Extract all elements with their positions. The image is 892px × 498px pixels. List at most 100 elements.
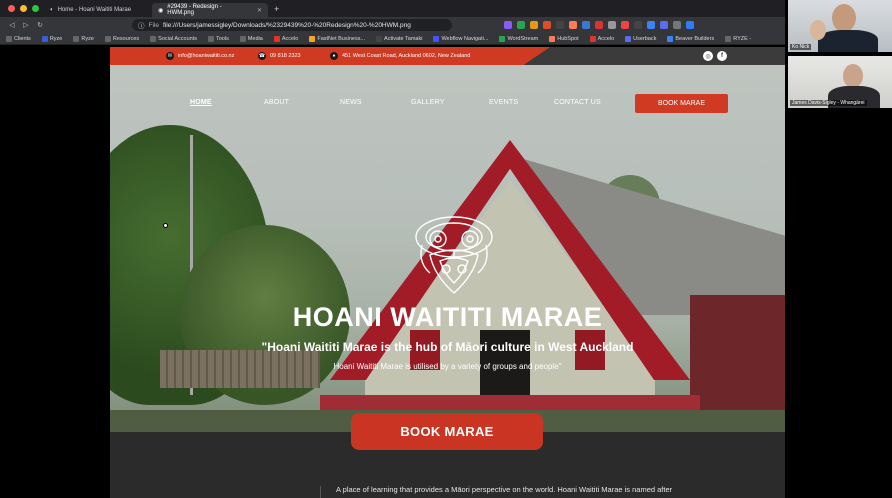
- bookmark-item[interactable]: FastNet Business...: [309, 35, 365, 42]
- tab-redesign[interactable]: ◉ #29439 - Redesign - HWM.png ✕: [152, 3, 268, 17]
- mail-icon: ✉: [166, 52, 174, 60]
- mouse-cursor: [163, 223, 168, 228]
- bookmark-icon: [376, 35, 383, 42]
- extension-icon[interactable]: [608, 21, 616, 29]
- folder-icon: [6, 35, 12, 42]
- email-contact[interactable]: ✉ info@hoaniwaititi.co.nz: [166, 47, 234, 65]
- extensions-toolbar: [504, 21, 694, 29]
- extension-icon[interactable]: [556, 21, 564, 29]
- bookmark-item[interactable]: Social Accounts: [150, 35, 197, 42]
- extension-icon[interactable]: [595, 21, 603, 29]
- bookmark-icon: [549, 35, 556, 42]
- folder-icon: [239, 35, 246, 42]
- puzzle-icon[interactable]: [673, 21, 681, 29]
- bookmarks-bar: Clients Ryze Ryze Resources Social Accou…: [0, 33, 785, 45]
- nav-contact-us[interactable]: CONTACT US: [554, 93, 601, 113]
- back-icon[interactable]: ◁: [8, 21, 16, 29]
- bookmark-icon: [41, 35, 48, 42]
- new-tab-icon[interactable]: +: [274, 4, 279, 14]
- browser-tab-bar: ◐ Home - Hoani Waititi Marae ◉ #29439 - …: [0, 0, 785, 17]
- maximize-window-button[interactable]: [32, 5, 39, 12]
- bookmark-item[interactable]: Webflow Navigati...: [433, 35, 488, 42]
- window-controls: [0, 5, 44, 12]
- phone-contact[interactable]: ☎ 09 818 2323: [258, 47, 301, 65]
- participant-name: James Davis-Sigley - Whangārei: [790, 100, 867, 106]
- folder-icon: [73, 35, 80, 42]
- bookmark-item[interactable]: Ryze: [41, 35, 62, 42]
- url-scheme: File: [148, 21, 159, 29]
- info-icon: ⓘ: [138, 23, 145, 30]
- folder-icon: [104, 35, 111, 42]
- close-window-button[interactable]: [8, 5, 15, 12]
- participant-face: [832, 4, 856, 32]
- nav-gallery[interactable]: GALLERY: [411, 93, 445, 113]
- video-call-panel: Ko Nick James Davis-Sigley - Whangārei: [786, 0, 892, 498]
- address-contact[interactable]: ● 451 West Coast Road, Auckland 0602, Ne…: [330, 47, 470, 65]
- globe-icon: ◉: [158, 7, 164, 14]
- bookmark-icon: [589, 35, 596, 42]
- bookmark-item[interactable]: Accelo: [589, 35, 614, 42]
- nav-events[interactable]: EVENTS: [489, 93, 518, 113]
- nav-book-marae-button[interactable]: BOOK MARAE: [635, 94, 728, 113]
- participant-face: [843, 64, 863, 88]
- bookmark-item[interactable]: Clients: [6, 35, 31, 42]
- bookmark-item[interactable]: Beaver Builders: [667, 35, 714, 42]
- minimize-window-button[interactable]: [20, 5, 27, 12]
- profile-avatar[interactable]: [686, 21, 694, 29]
- bookmark-item[interactable]: Tools: [208, 35, 229, 42]
- extension-icon[interactable]: [530, 21, 538, 29]
- divider: [320, 486, 321, 498]
- bookmark-item[interactable]: RYZE -: [725, 35, 751, 42]
- marae-logo-icon: [415, 216, 493, 294]
- globe-icon: ◐: [50, 7, 54, 13]
- nav-home[interactable]: HOME: [190, 93, 212, 113]
- bookmark-item[interactable]: Activate Tamaki: [376, 35, 422, 42]
- bookmark-item[interactable]: Ryze: [73, 35, 94, 42]
- screen: ◐ Home - Hoani Waititi Marae ◉ #29439 - …: [0, 0, 892, 498]
- nav-news[interactable]: NEWS: [340, 93, 362, 113]
- social-links: ◎ f: [703, 51, 727, 61]
- participant-hand: [810, 20, 826, 40]
- participant-tile[interactable]: James Davis-Sigley - Whangārei: [788, 56, 892, 108]
- bookmark-item[interactable]: Resources: [104, 35, 139, 42]
- bookmark-item[interactable]: WordStream: [499, 35, 538, 42]
- folder-icon: [150, 35, 157, 42]
- extension-icon[interactable]: [504, 21, 512, 29]
- intro-paragraph: A place of learning that provides a Māor…: [336, 485, 673, 494]
- bookmark-icon: [625, 35, 632, 42]
- extension-icon[interactable]: [634, 21, 642, 29]
- bookmark-item[interactable]: Accelo: [273, 35, 298, 42]
- address-bar[interactable]: ⓘ File file:///Users/jamessigley/Downloa…: [132, 19, 452, 31]
- close-tab-icon[interactable]: ✕: [257, 7, 262, 14]
- extension-icon[interactable]: [621, 21, 629, 29]
- tab-home[interactable]: ◐ Home - Hoani Waititi Marae: [44, 3, 152, 17]
- hero-book-marae-button[interactable]: BOOK MARAE: [351, 413, 543, 450]
- participant-tile[interactable]: Ko Nick: [788, 0, 892, 52]
- bookmark-item[interactable]: HubSpot: [549, 35, 579, 42]
- facebook-icon[interactable]: f: [717, 51, 727, 61]
- main-navigation: HOME ABOUT NEWS GALLERY EVENTS CONTACT U…: [110, 93, 785, 113]
- participant-body: [818, 30, 878, 52]
- url-text: file:///Users/jamessigley/Downloads/%232…: [162, 21, 411, 29]
- bookmark-item[interactable]: Media: [239, 35, 263, 42]
- extension-icon[interactable]: [543, 21, 551, 29]
- reload-icon[interactable]: ↻: [36, 21, 44, 29]
- hero-tagline: "Hoani Waititi Marae is the hub of Māori…: [261, 340, 634, 354]
- bookmark-item[interactable]: Userback: [625, 35, 656, 42]
- instagram-icon[interactable]: ◎: [703, 51, 713, 61]
- nav-about[interactable]: ABOUT: [264, 93, 289, 113]
- extension-icon[interactable]: [647, 21, 655, 29]
- bookmark-icon: [433, 35, 440, 42]
- extension-icon[interactable]: [660, 21, 668, 29]
- bookmark-icon: [273, 35, 280, 42]
- hubspot-extension-icon[interactable]: [569, 21, 577, 29]
- page-viewport: ✉ info@hoaniwaititi.co.nz ☎ 09 818 2323 …: [110, 47, 785, 498]
- extension-icon[interactable]: [517, 21, 525, 29]
- hero-subtitle: Hoani Waititi Marae is utilised by a var…: [333, 362, 562, 371]
- forward-icon[interactable]: ▷: [22, 21, 30, 29]
- extension-icon[interactable]: [582, 21, 590, 29]
- hero-section: HOME ABOUT NEWS GALLERY EVENTS CONTACT U…: [110, 65, 785, 432]
- hero-title: HOANI WAITITI MARAE: [292, 302, 603, 332]
- folder-icon: [208, 35, 214, 42]
- folder-icon: [725, 35, 732, 42]
